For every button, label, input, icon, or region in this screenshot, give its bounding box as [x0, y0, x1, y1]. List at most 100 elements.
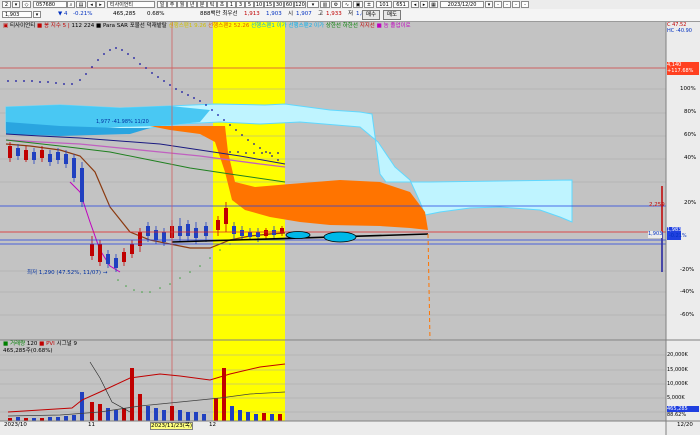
count-input[interactable]: 101	[376, 1, 392, 8]
period-second-button[interactable]: 초	[217, 1, 227, 8]
max-count-field: 651	[393, 1, 409, 8]
date-label-3: 12/20	[677, 422, 693, 428]
volume-legend-item-0[interactable]: ■ 거래량	[3, 341, 25, 347]
period-minute-button[interactable]: 분	[197, 1, 207, 8]
price-dropdown-icon[interactable]: ▾	[33, 11, 41, 18]
legend-item-6[interactable]: 선행스팬2 52.26	[208, 23, 249, 29]
volume-tick-5000: 5,000K	[667, 395, 685, 401]
legend-item-1[interactable]: ■ 봉 지수 5 |	[37, 23, 70, 29]
current-price-field: 1,903	[2, 11, 32, 18]
period-day-button[interactable]: 일	[157, 1, 167, 8]
indicator-icon[interactable]: ∿	[342, 1, 352, 8]
axis-tick-60: 60%	[684, 132, 697, 138]
volume-legend-item-2[interactable]: ■ PVI	[39, 341, 55, 347]
high-label: 고	[318, 11, 324, 17]
next-stock-icon[interactable]: ▸	[96, 1, 105, 8]
volume-tick-15000: 15,000K	[667, 367, 688, 373]
stock-code-input[interactable]: 057680	[33, 1, 67, 8]
change-value: 4	[64, 11, 68, 17]
axis-tick-100: 100%	[680, 86, 696, 92]
change-down-icon: ▼	[58, 11, 63, 17]
stock-search-button[interactable]: ▤	[76, 1, 86, 8]
stock-name-field: 티사이언티	[107, 1, 155, 8]
price-chart[interactable]	[0, 22, 700, 435]
price-flag-mid: 1,903	[648, 231, 663, 238]
legend-item-9[interactable]: 상한선	[326, 23, 341, 29]
period-item-4[interactable]: 15	[264, 1, 274, 8]
trade-icon-2[interactable]: -	[503, 1, 511, 8]
amount-label: 888백만 최우선	[200, 11, 238, 17]
legend-item-12[interactable]: ■ 놈 졸업이로	[377, 23, 411, 29]
period-week-button[interactable]: 주	[167, 1, 177, 8]
period-month-button[interactable]: 월	[177, 1, 187, 8]
volume-value: 465,285	[113, 11, 136, 17]
ma-annotation: 1,977 -41.98% 11/20	[96, 119, 149, 125]
sell-button[interactable]: 매도	[383, 10, 401, 20]
buy-button[interactable]: 매수	[362, 10, 380, 20]
highlight-band	[213, 22, 285, 421]
period-item-5[interactable]: 30	[274, 1, 284, 8]
axis-tick-80: 80%	[684, 109, 697, 115]
trend-marker-1[interactable]	[285, 231, 311, 239]
legend-item-11[interactable]: 지지선	[360, 23, 375, 29]
period-tick-button[interactable]: 틱	[207, 1, 217, 8]
zoom-icon[interactable]: ±	[364, 1, 374, 8]
trade-icon-4[interactable]: -	[521, 1, 529, 8]
volume-tick-10000: 10,000K	[667, 381, 688, 387]
legend-item-2[interactable]: 112 224	[72, 23, 95, 29]
screen-dropdown[interactable]: 2	[2, 1, 11, 8]
legend-item-8[interactable]: 선행스팬2 이가	[288, 23, 324, 29]
legend-item-3[interactable]: ■ Para SAR 포물선	[96, 23, 145, 29]
legend-item-10[interactable]: 하한선	[343, 23, 358, 29]
price-flag-top: 4,140 +117.68%	[667, 62, 699, 75]
axis-tick-neg60: -60%	[680, 312, 695, 318]
trade-icon-1[interactable]: -	[494, 1, 502, 8]
legend-item-4[interactable]: 덕재밭탈	[147, 23, 167, 29]
legend-item-7[interactable]: 선행스팬1 이가	[251, 23, 287, 29]
chart-type-icon[interactable]: ▥	[320, 1, 330, 8]
price-legend: ▣ 티사이언티 ■ 봉 지수 5 | 112 224 ■ Para SAR 포물…	[3, 23, 411, 30]
best-bid-value: 1,913	[244, 11, 260, 17]
fold-icon[interactable]: ▣	[353, 1, 363, 8]
low-annotation: 최저 1,290 (47.52%, 11/07) →	[27, 270, 108, 276]
prev-stock-icon[interactable]: ◂	[87, 1, 96, 8]
settings-icon[interactable]: ⚙	[331, 1, 341, 8]
period-year-button[interactable]: 년	[187, 1, 197, 8]
volume-legend-item-1[interactable]: 120	[27, 341, 38, 347]
axis-tick-neg20: -20%	[680, 267, 695, 273]
trade-icon-3[interactable]: -	[512, 1, 520, 8]
period-item-7[interactable]: 120	[294, 1, 306, 8]
high-value: 1,933	[326, 11, 342, 17]
scroll-right-icon[interactable]: ▸	[420, 1, 428, 8]
trend-marker-2[interactable]	[323, 231, 357, 243]
period-item-1[interactable]: 3	[236, 1, 245, 8]
calendar-icon[interactable]: ▦	[429, 1, 438, 8]
axis-corner-hc: HC -40.90	[667, 28, 692, 34]
chart-area[interactable]: ▣ 티사이언티 ■ 봉 지수 5 | 112 224 ■ Para SAR 포물…	[0, 22, 700, 435]
legend-item-0[interactable]: 티사이언티	[10, 23, 35, 29]
legend-marker-icon: ▣	[3, 23, 9, 29]
scroll-left-icon[interactable]: ◂	[411, 1, 419, 8]
period-item-3[interactable]: 10	[254, 1, 264, 8]
quote-bar: 1,903 ▾ ▼ 4 -0.21% 465,285 0.68% 888백만 최…	[0, 9, 700, 22]
chevron-down-icon[interactable]: ▾	[12, 1, 20, 8]
volume-legend-item-3[interactable]: 시그널 9	[57, 341, 77, 347]
period-item-6[interactable]: 60	[284, 1, 294, 8]
axis-tick-neg40: -40%	[680, 289, 695, 295]
date-input[interactable]: 2023/12/20	[440, 1, 484, 8]
legend-item-5[interactable]: 선행스팬1 9.26	[169, 23, 207, 29]
axis-tick-20: 20%	[684, 200, 697, 206]
volume-flag-pct: 88.62%	[667, 412, 687, 418]
search-icon[interactable]: ⌕	[67, 1, 75, 8]
period-item-0[interactable]: 1	[227, 1, 236, 8]
change-percent: -0.21%	[73, 11, 93, 17]
date-label-2: 12	[209, 422, 216, 428]
date-picker-icon[interactable]: ▾	[485, 1, 493, 8]
dropdown-icon[interactable]: ▾	[307, 1, 319, 8]
date-label-1: 11	[88, 422, 95, 428]
low-label: 저	[348, 11, 354, 17]
price-flag-top-pct: +117.68%	[667, 68, 694, 74]
period-item-2[interactable]: 5	[245, 1, 254, 8]
selected-date-marker: 2023/11/23(목)	[150, 422, 194, 430]
lock-icon[interactable]: ◇	[22, 1, 31, 8]
